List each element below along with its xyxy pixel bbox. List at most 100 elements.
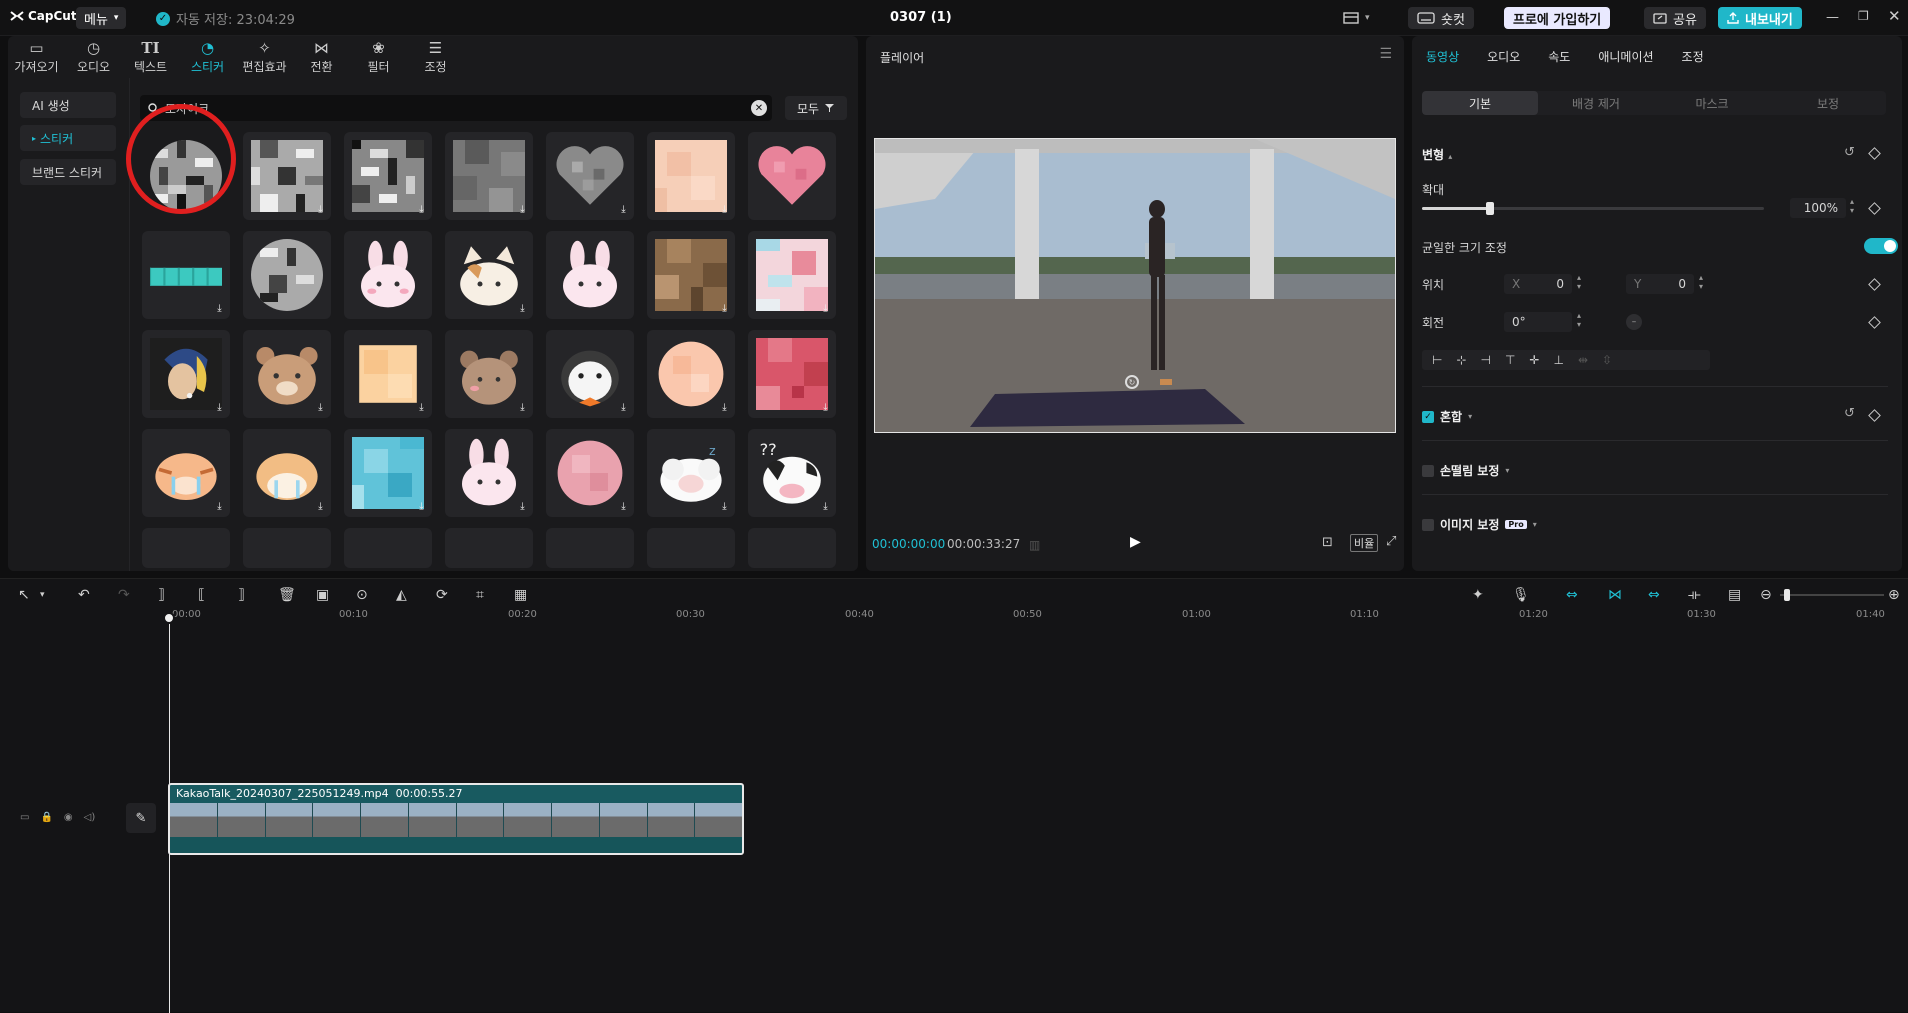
fullscreen-icon[interactable]: ⤢	[1386, 534, 1396, 549]
sticker-mosaic-circle-peach[interactable]: ⤓	[647, 330, 735, 418]
download-icon[interactable]: ⤓	[819, 302, 832, 315]
freeze-icon[interactable]: ▣	[316, 587, 329, 603]
share-button[interactable]: 공유	[1644, 7, 1706, 29]
tab-adjust[interactable]: ☰ 조정	[407, 36, 464, 78]
download-icon[interactable]: ⤓	[617, 401, 630, 414]
sticker-mosaic-blue[interactable]: ⤓	[344, 429, 432, 517]
sidebar-item-brand-stickers[interactable]: 브랜드 스티커	[20, 159, 116, 185]
sticker-bunny[interactable]	[344, 231, 432, 319]
sticker-mosaic-heart-pink[interactable]	[748, 132, 836, 220]
cover-icon[interactable]: ▭	[20, 812, 29, 823]
scale-slider[interactable]	[1422, 202, 1764, 215]
sticker-mosaic-soft-gray[interactable]: ⤓	[445, 132, 533, 220]
sticker-partial[interactable]	[243, 528, 331, 568]
sticker-partial[interactable]	[142, 528, 230, 568]
sticker-mosaic-red[interactable]: ⤓	[748, 330, 836, 418]
download-icon[interactable]: ⤓	[213, 302, 226, 315]
download-icon[interactable]: ⤓	[516, 302, 529, 315]
download-icon[interactable]: ⤓	[415, 500, 428, 513]
pos-y-input[interactable]: Y 0	[1626, 274, 1694, 294]
download-icon[interactable]: ⤓	[718, 302, 731, 315]
sticker-sheep[interactable]: z ⤓	[647, 429, 735, 517]
shortcut-button[interactable]: 숏컷	[1408, 7, 1474, 29]
sticker-pearl-earring-girl[interactable]: ⤓	[142, 330, 230, 418]
sticker-bunny-2[interactable]	[546, 231, 634, 319]
download-icon[interactable]: ⤓	[314, 203, 327, 216]
pro-feature-icon[interactable]: ▦	[514, 587, 527, 603]
export-button[interactable]: 내보내기	[1718, 7, 1802, 29]
layout-button[interactable]: ▾	[1334, 7, 1379, 29]
reset-icon[interactable]: ↺	[1844, 145, 1855, 160]
tab-text[interactable]: TI 텍스트	[122, 36, 179, 78]
play-button[interactable]: ▶	[1130, 534, 1141, 550]
download-icon[interactable]: ⤓	[718, 203, 731, 216]
keyframe-icon[interactable]	[1868, 316, 1881, 329]
keyframe-icon[interactable]	[1868, 202, 1881, 215]
download-icon[interactable]: ⤓	[617, 500, 630, 513]
link-main-track-icon[interactable]: ⇔	[1566, 587, 1578, 603]
subtab-remove-bg[interactable]: 배경 제거	[1538, 91, 1654, 115]
tab-effects[interactable]: ✧ 편집효과	[236, 36, 293, 78]
sticker-mosaic-square-dark[interactable]: ⤓	[344, 132, 432, 220]
align-left-icon[interactable]: ⊢	[1432, 353, 1442, 367]
tab-adjust[interactable]: 조정	[1668, 36, 1718, 76]
download-icon[interactable]: ⤓	[516, 500, 529, 513]
sticker-fluffy-bear[interactable]: ⤓	[445, 330, 533, 418]
sticker-bunny-3[interactable]: ⤓	[445, 429, 533, 517]
sticker-search-input[interactable]: 모자이크	[140, 95, 772, 121]
blend-section[interactable]: ✓ 혼합 ▾	[1422, 408, 1472, 425]
sticker-shiba[interactable]: ⤓	[243, 429, 331, 517]
tab-import[interactable]: ▭ 가져오기	[8, 36, 65, 78]
sticker-partial[interactable]	[748, 528, 836, 568]
image-adjust-section[interactable]: 이미지 보정 Pro ▾	[1422, 516, 1537, 533]
waveform-icon[interactable]: ▥	[1029, 538, 1040, 552]
rotation-input[interactable]: 0°	[1504, 312, 1572, 332]
magnet-icon[interactable]: ⋈	[1608, 587, 1622, 603]
download-icon[interactable]: ⤓	[213, 401, 226, 414]
select-cursor-icon[interactable]: ↖	[18, 587, 30, 603]
sidebar-item-stickers[interactable]: ▸ 스티커	[20, 125, 116, 151]
menu-button[interactable]: 메뉴 ▾	[76, 7, 127, 29]
restore-icon[interactable]: ❐	[1858, 9, 1869, 23]
hamburger-menu-icon[interactable]: ☰	[1379, 46, 1392, 62]
download-icon[interactable]: ⤓	[516, 203, 529, 216]
subtab-correction[interactable]: 보정	[1770, 91, 1886, 115]
sticker-penguin[interactable]: ⤓	[546, 330, 634, 418]
timeline-ruler[interactable]: 00:00 00:10 00:20 00:30 00:40 00:50 01:0…	[170, 609, 1908, 623]
download-icon[interactable]: ⤓	[213, 500, 226, 513]
chevron-down-icon[interactable]: ▾	[40, 590, 45, 600]
tab-sticker[interactable]: ◔ 스티커	[179, 36, 236, 78]
fit-screen-icon[interactable]: ⊡	[1322, 535, 1333, 550]
crop-icon[interactable]: ⌗	[476, 587, 484, 603]
preview-axis-icon[interactable]: ▤	[1728, 587, 1741, 603]
download-icon[interactable]: ⤓	[415, 401, 428, 414]
subtab-basic[interactable]: 기본	[1422, 91, 1538, 115]
download-icon[interactable]: ⤓	[819, 401, 832, 414]
tab-video[interactable]: 동영상	[1412, 36, 1473, 76]
align-bottom-icon[interactable]: ⊥	[1553, 353, 1563, 367]
tab-audio[interactable]: ◷ 오디오	[65, 36, 122, 78]
zoom-slider[interactable]	[1780, 589, 1884, 601]
scale-slider-thumb[interactable]	[1486, 202, 1495, 215]
minimize-icon[interactable]: —	[1826, 10, 1839, 25]
sidebar-item-ai-generate[interactable]: AI 생성	[20, 92, 116, 118]
align-top-icon[interactable]: ⊤	[1505, 353, 1515, 367]
playhead-handle[interactable]	[163, 612, 175, 624]
download-icon[interactable]: ⤓	[516, 401, 529, 414]
tab-speed[interactable]: 속도	[1534, 36, 1584, 76]
stepper-icon[interactable]: ▴ ▾	[1577, 273, 1581, 291]
undo-icon[interactable]: ↶	[78, 587, 90, 603]
sticker-partial[interactable]	[546, 528, 634, 568]
download-icon[interactable]: ⤓	[718, 500, 731, 513]
pro-join-button[interactable]: 프로에 가입하기	[1504, 7, 1611, 29]
keyframe-icon[interactable]	[1868, 278, 1881, 291]
download-icon[interactable]: ⤓	[314, 500, 327, 513]
download-icon[interactable]: ⤓	[819, 500, 832, 513]
tab-animation[interactable]: 애니메이션	[1584, 36, 1667, 76]
video-preview[interactable]	[874, 138, 1396, 433]
rotate-clip-icon[interactable]: ⟳	[436, 587, 448, 603]
rotation-dial-icon[interactable]: –	[1626, 314, 1642, 330]
ratio-button[interactable]: 비율	[1350, 534, 1379, 552]
mirror-icon[interactable]: ◭	[396, 587, 407, 603]
sticker-cat[interactable]: ⤓	[445, 231, 533, 319]
